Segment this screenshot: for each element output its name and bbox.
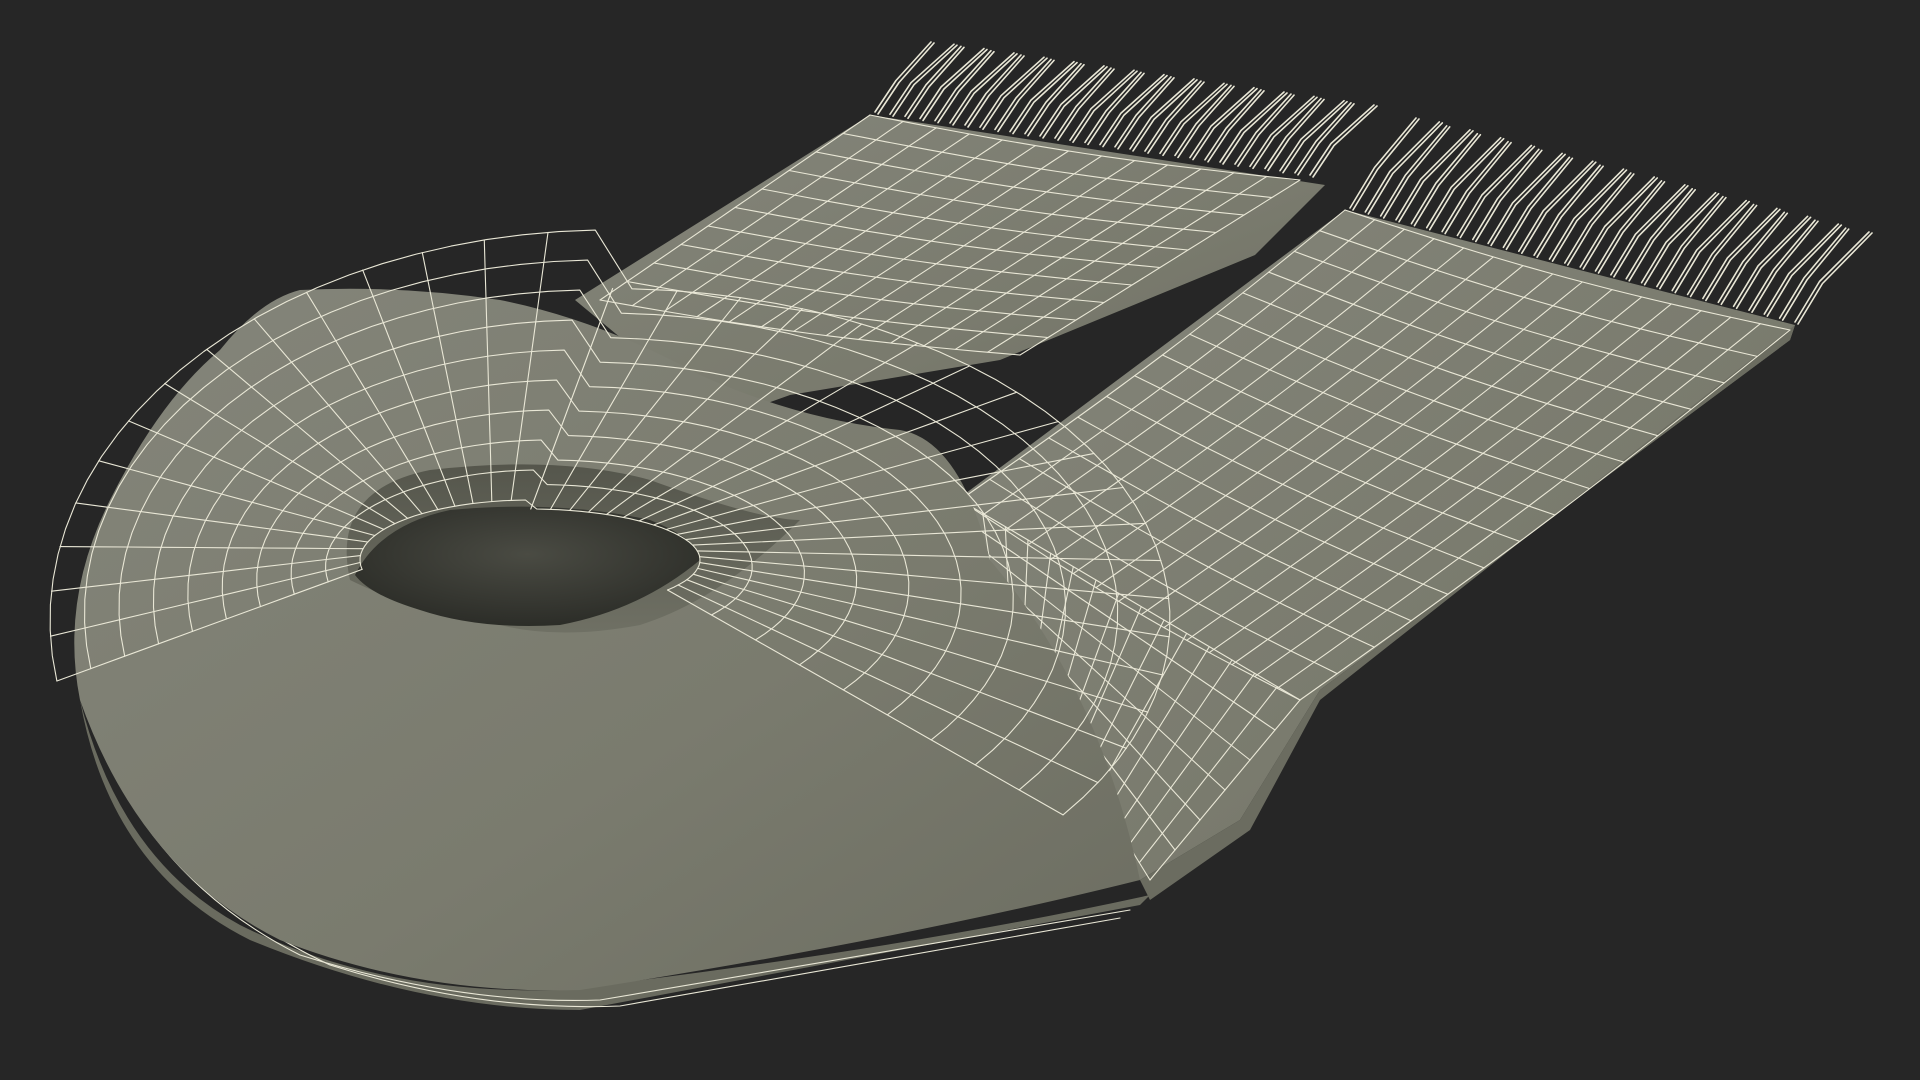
wire-edge bbox=[1189, 86, 1255, 159]
wire-edge bbox=[1009, 60, 1075, 133]
wire-edge bbox=[1279, 99, 1345, 172]
wire-edge bbox=[919, 47, 985, 120]
wire-edge bbox=[1309, 104, 1375, 176]
scarf-wireframe-render bbox=[49, 41, 1873, 1010]
wire-edge bbox=[1129, 78, 1195, 150]
wire-edge bbox=[1352, 118, 1420, 211]
wire-edge bbox=[1579, 176, 1655, 268]
wire-edge bbox=[1219, 91, 1285, 163]
wire-edge bbox=[877, 42, 935, 115]
wire-edge bbox=[1159, 82, 1225, 155]
wire-edge bbox=[889, 43, 955, 115]
wire-edge bbox=[949, 52, 1015, 124]
wire-edge bbox=[1069, 69, 1135, 141]
wire-edge bbox=[1099, 73, 1165, 146]
wire-edge bbox=[1312, 105, 1378, 178]
render-viewport[interactable] bbox=[0, 0, 1920, 1080]
wire-edge bbox=[1039, 65, 1105, 137]
loop-outer-surface bbox=[74, 288, 1140, 991]
wire-edge bbox=[979, 56, 1045, 128]
wire-edge bbox=[1249, 95, 1315, 168]
